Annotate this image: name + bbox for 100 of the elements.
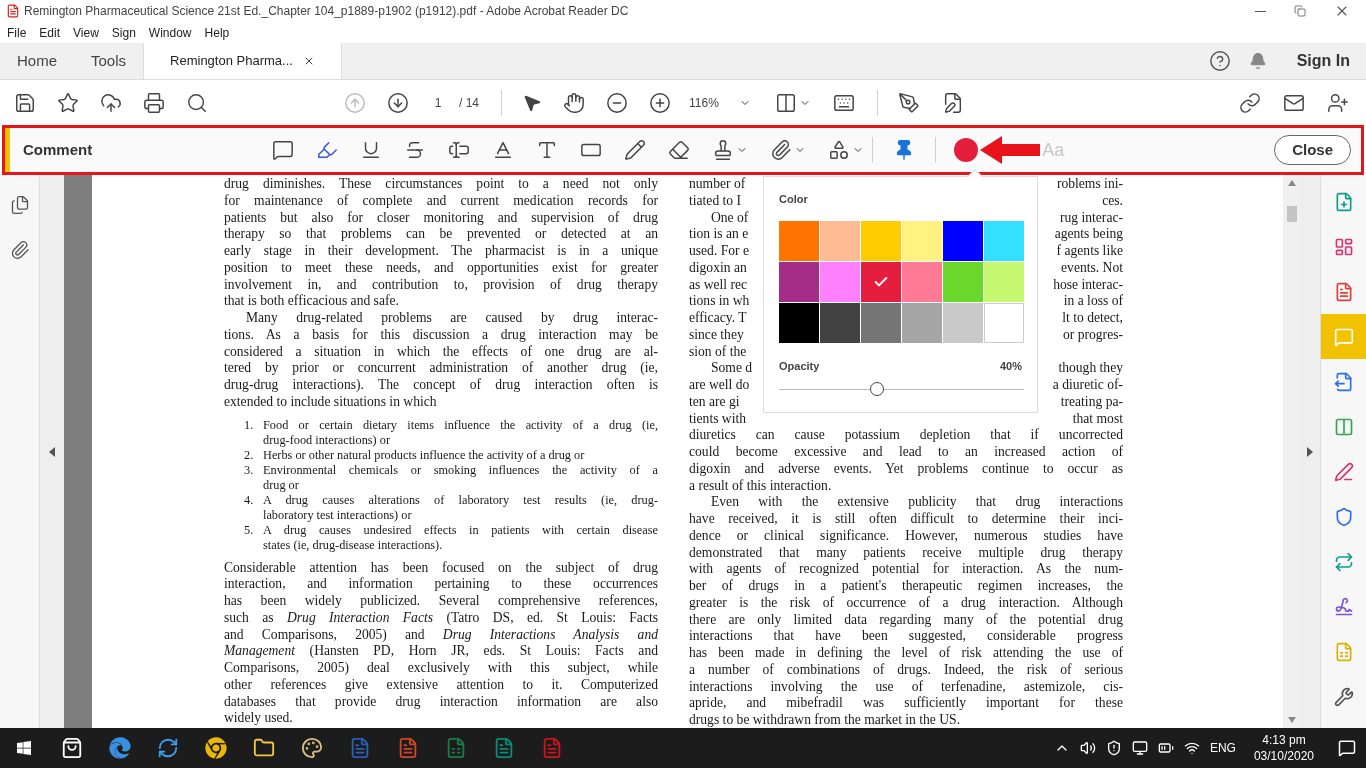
restore-button[interactable] [1294, 5, 1306, 17]
minimize-button[interactable] [1255, 10, 1266, 12]
color-swatch[interactable] [779, 261, 819, 302]
wifi-icon[interactable] [1183, 740, 1200, 756]
text-line: used. For e [689, 243, 750, 260]
color-swatch[interactable] [820, 261, 860, 302]
menu-item[interactable]: Help [204, 23, 230, 42]
replace-text-button[interactable] [448, 139, 471, 161]
pencil-button[interactable] [624, 139, 647, 161]
text-line: therapy so that problems can be prevented or detected at an [224, 226, 658, 243]
pdf-reader-icon[interactable] [541, 737, 563, 759]
text-line: drug or [263, 477, 300, 493]
text-line: has been made in defining the level of risk attending the use of [689, 645, 1123, 662]
color-swatch[interactable] [943, 261, 983, 302]
color-swatch[interactable] [779, 220, 819, 261]
attach-button[interactable] [770, 139, 807, 161]
excel-icon[interactable] [445, 737, 467, 759]
highlighter-button[interactable] [316, 139, 339, 161]
color-swatch[interactable] [902, 302, 942, 343]
color-picker-button[interactable] [954, 138, 979, 162]
page-number-field[interactable]: 1 [421, 91, 455, 114]
notifications-icon[interactable] [1338, 739, 1356, 757]
scrollbar-thumb[interactable] [1286, 206, 1297, 222]
color-swatch[interactable] [861, 261, 901, 302]
clock-date[interactable]: 03/10/2020 [1253, 748, 1314, 764]
collapse-right-icon[interactable] [1307, 446, 1313, 457]
notification-button[interactable] [1248, 52, 1267, 70]
shapes-button[interactable] [828, 139, 865, 161]
start-icon[interactable] [16, 740, 32, 756]
scroll-up-icon[interactable] [1287, 180, 1296, 186]
stamp-button[interactable] [712, 139, 749, 161]
list-number: 1. [244, 417, 255, 434]
color-swatch[interactable] [984, 261, 1024, 302]
sticky-note-button[interactable] [272, 139, 295, 161]
menu-item[interactable]: View [73, 23, 99, 42]
text-line: Comparisons, 2005) deal exclusively with this subject, while [224, 660, 658, 677]
add-user-button[interactable] [1327, 91, 1349, 114]
sign-button[interactable] [898, 91, 920, 114]
tab[interactable]: Home [0, 43, 74, 79]
color-swatch[interactable] [984, 302, 1024, 343]
word-icon[interactable] [349, 737, 371, 759]
restore-icon [1294, 5, 1306, 17]
tab[interactable]: Tools [74, 43, 144, 79]
slider-thumb[interactable] [870, 382, 884, 396]
print-button[interactable] [143, 91, 165, 114]
color-swatch[interactable] [861, 302, 901, 343]
close-button[interactable]: Close [1274, 135, 1351, 165]
bookmark-button[interactable] [57, 91, 79, 114]
menu-item[interactable]: Edit [39, 23, 61, 42]
volume-icon[interactable] [1079, 740, 1096, 756]
attachments-button[interactable] [9, 240, 30, 260]
color-swatch[interactable] [820, 302, 860, 343]
opacity-slider[interactable] [779, 382, 1024, 396]
color-swatch[interactable] [902, 220, 942, 261]
save-button[interactable] [14, 91, 36, 114]
sign-in-button[interactable]: Sign In [1296, 49, 1350, 73]
battery-icon[interactable] [1157, 740, 1174, 756]
pages-button[interactable] [9, 195, 30, 215]
color-swatch[interactable] [820, 220, 860, 261]
link-icon [1239, 91, 1261, 114]
color-swatch[interactable] [779, 302, 819, 343]
upload-icon [100, 91, 122, 114]
collapse-left-icon[interactable] [49, 446, 55, 457]
scroll-down-icon[interactable] [1287, 717, 1296, 723]
chrome-icon[interactable] [205, 737, 227, 759]
link-button[interactable] [1239, 91, 1261, 114]
search-button[interactable] [186, 91, 208, 114]
hand-button[interactable] [563, 91, 585, 114]
tab[interactable]: Remington Pharma... [143, 43, 342, 79]
pdf-app-icon [6, 4, 20, 18]
security-icon[interactable] [1105, 740, 1122, 756]
color-swatch[interactable] [861, 220, 901, 261]
edit-button[interactable] [942, 91, 964, 114]
store-icon[interactable] [61, 737, 83, 759]
eraser-button[interactable] [668, 139, 691, 161]
color-swatch[interactable] [984, 220, 1024, 261]
help-button[interactable] [1208, 50, 1231, 72]
next-page-button[interactable] [387, 91, 409, 114]
text-line: number of [689, 176, 746, 193]
menu-item[interactable]: Sign [111, 23, 136, 42]
browser-icon[interactable] [109, 737, 131, 759]
powerpoint-icon[interactable] [397, 737, 419, 759]
clock-time[interactable]: 4:13 pm [1262, 732, 1306, 748]
zoom-in-button[interactable] [649, 91, 671, 114]
menu-item[interactable]: Window [148, 23, 192, 42]
sync-app-icon[interactable] [157, 737, 179, 759]
menu-item[interactable]: File [7, 23, 27, 42]
publisher-icon[interactable] [493, 737, 515, 759]
color-swatch[interactable] [902, 261, 942, 302]
display-icon[interactable] [1131, 740, 1148, 756]
color-swatch[interactable] [943, 220, 983, 261]
zoom-dropdown[interactable]: 116% [685, 93, 755, 112]
paint-icon[interactable] [301, 737, 323, 759]
zoom-out-button[interactable] [606, 91, 628, 114]
language-indicator[interactable]: ENG [1209, 739, 1236, 757]
fit-page-button[interactable] [775, 91, 811, 114]
attach-icon [770, 139, 793, 161]
color-swatch[interactable] [943, 302, 983, 343]
folder-icon[interactable] [253, 737, 275, 759]
upload-button[interactable] [100, 91, 122, 114]
